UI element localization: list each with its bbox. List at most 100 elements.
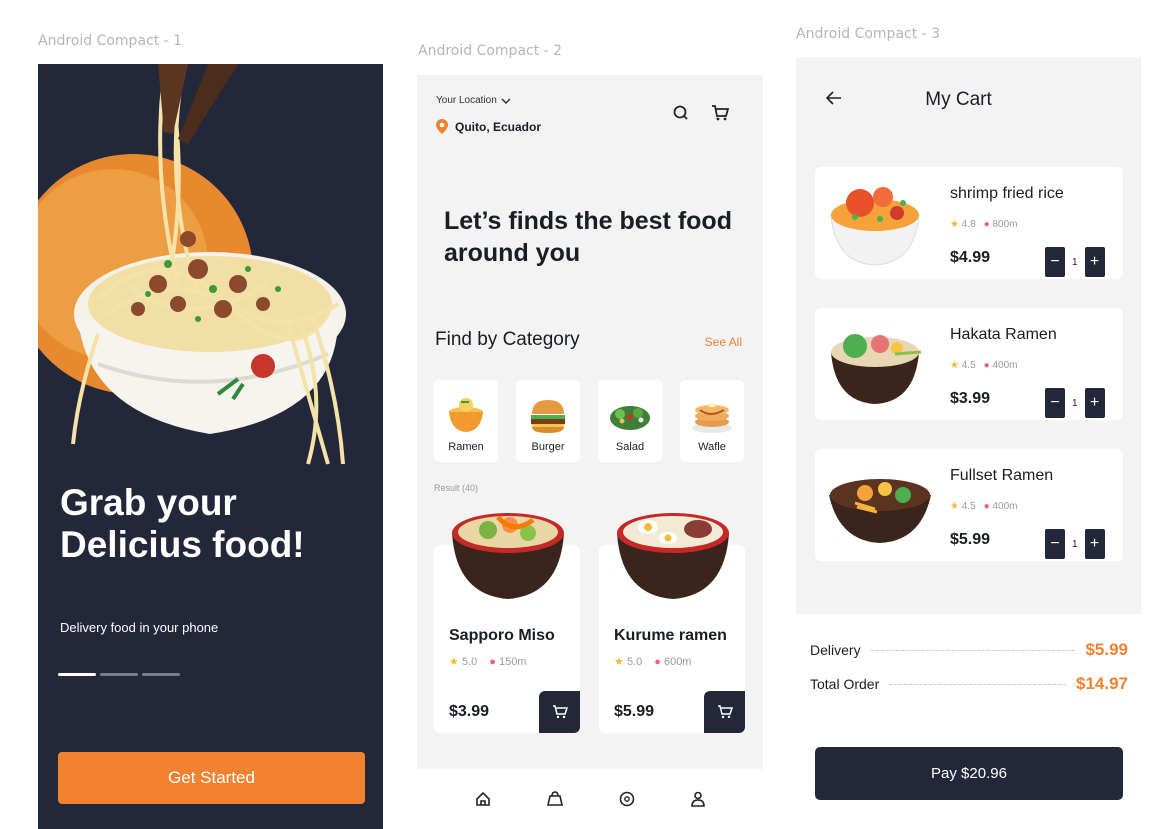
cart-item: Hakata Ramen ★ 4.5 ● 400m $3.99 − 1 + [815,308,1123,420]
rating: ★ 5.0 [614,656,643,668]
cart-icon[interactable] [711,105,729,121]
distance: ● 600m [654,655,692,668]
bottom-nav [417,769,763,829]
product-card[interactable]: Kurume ramen ★ 5.0 ● 600m $5.99 [599,513,745,733]
star-icon: ★ [614,656,624,668]
category-burger[interactable]: Burger [516,380,580,462]
location-selector[interactable]: Your Location [436,95,511,106]
cart-item-meta: ★ 4.8 ● 800m [950,219,1018,230]
cart-item-meta: ★ 4.5 ● 400m [950,360,1018,371]
current-location: Quito, Ecuador [436,119,541,134]
pin-icon: ● [654,655,661,668]
result-count: Result (40) [434,483,479,493]
star-icon: ★ [950,360,959,371]
waffle-icon [692,402,732,433]
home-icon[interactable] [475,791,491,807]
page-dot-2 [100,673,138,676]
search-icon[interactable] [673,105,689,121]
pin-icon: ● [489,655,496,668]
product-price: $3.99 [449,703,490,720]
distance: ● 800m [983,219,1018,230]
compass-icon[interactable] [619,791,635,807]
divider [870,649,1076,651]
quantity-stepper: − 1 + [1045,388,1105,418]
cart-item-name: Fullset Ramen [950,467,1054,484]
product-meta: ★ 5.0 ● 600m [614,655,692,669]
add-to-cart-button[interactable] [704,691,745,733]
quantity-stepper: − 1 + [1045,529,1105,559]
product-name: Sapporo Miso [449,627,555,644]
decrease-button[interactable]: − [1045,247,1065,277]
increase-button[interactable]: + [1084,388,1105,418]
bag-icon[interactable] [546,791,564,807]
total-value: $14.97 [1076,674,1128,693]
cart-screen: My Cart shrimp fried rice ★ 4.8 ● 800m $… [796,57,1141,829]
distance: ● 150m [489,655,527,668]
location-value: Quito, Ecuador [455,119,542,134]
pin-icon: ● [983,360,990,371]
cart-item: shrimp fried rice ★ 4.8 ● 800m $4.99 − 1… [815,167,1123,279]
product-card[interactable]: Sapporo Miso ★ 5.0 ● 150m $3.99 [434,513,580,733]
product-price: $5.99 [614,703,655,720]
page-indicator [58,673,180,676]
fullset-ramen-image [829,479,931,543]
star-icon: ★ [950,219,959,230]
burger-icon [531,400,565,433]
ramen-icon [449,398,483,432]
category-label: Salad [615,441,645,453]
quantity-value: 1 [1072,397,1078,409]
category-salad[interactable]: Salad [598,380,662,462]
frame-label-3: Android Compact - 3 [796,26,941,42]
divider [889,683,1066,685]
cart-item-price: $5.99 [950,531,991,548]
header-actions [673,105,729,121]
category-label: Wafle [698,441,726,453]
kurume-ramen-image [617,513,729,599]
cart-item-name: shrimp fried rice [950,185,1064,202]
see-all-link[interactable]: See All [705,335,742,349]
pin-icon: ● [983,501,990,512]
delivery-label: Delivery [810,642,861,658]
sapporo-miso-image [452,513,564,599]
location-pin-icon [436,119,448,134]
category-ramen[interactable]: Ramen [434,380,498,462]
quantity-value: 1 [1072,538,1078,550]
get-started-button[interactable]: Get Started [58,752,365,804]
add-to-cart-button[interactable] [539,691,580,733]
cart-item-price: $3.99 [950,390,991,407]
decrease-button[interactable]: − [1045,388,1065,418]
delivery-row: Delivery $5.99 [810,640,1128,660]
quantity-stepper: − 1 + [1045,247,1105,277]
decrease-button[interactable]: − [1045,529,1065,559]
cart-title: My Cart [925,89,992,110]
cart-item: Fullset Ramen ★ 4.5 ● 400m $5.99 − 1 + [815,449,1123,561]
onboarding-subtitle: Delivery food in your phone [60,620,219,635]
quantity-value: 1 [1072,256,1078,268]
onboarding-screen: Grab your Delicius food! Delivery food i… [38,64,383,829]
cart-item-meta: ★ 4.5 ● 400m [950,501,1018,512]
home-headline: Let’s finds the best food around you [444,207,732,267]
rating: ★ 4.8 [950,219,976,230]
cart-item-price: $4.99 [950,249,991,266]
product-name: Kurume ramen [614,627,727,644]
delivery-value: $5.99 [1085,640,1128,659]
increase-button[interactable]: + [1084,529,1105,559]
cart-icon [552,705,568,719]
pay-button[interactable]: Pay $20.96 [815,747,1123,800]
cart-item-name: Hakata Ramen [950,326,1057,343]
noodle-bowl-illustration [38,64,346,465]
product-meta: ★ 5.0 ● 150m [449,655,527,669]
category-label: Burger [531,441,565,453]
rating: ★ 5.0 [449,656,478,668]
increase-button[interactable]: + [1084,247,1105,277]
profile-icon[interactable] [690,791,706,807]
star-icon: ★ [449,656,459,668]
category-label: Ramen [448,441,484,453]
frame-label-2: Android Compact - 2 [418,43,563,59]
salad-icon [610,406,650,430]
category-waffle[interactable]: Wafle [680,380,744,462]
distance: ● 400m [983,360,1018,371]
category-title: Find by Category [435,329,580,350]
star-icon: ★ [950,501,959,512]
rating: ★ 4.5 [950,501,976,512]
